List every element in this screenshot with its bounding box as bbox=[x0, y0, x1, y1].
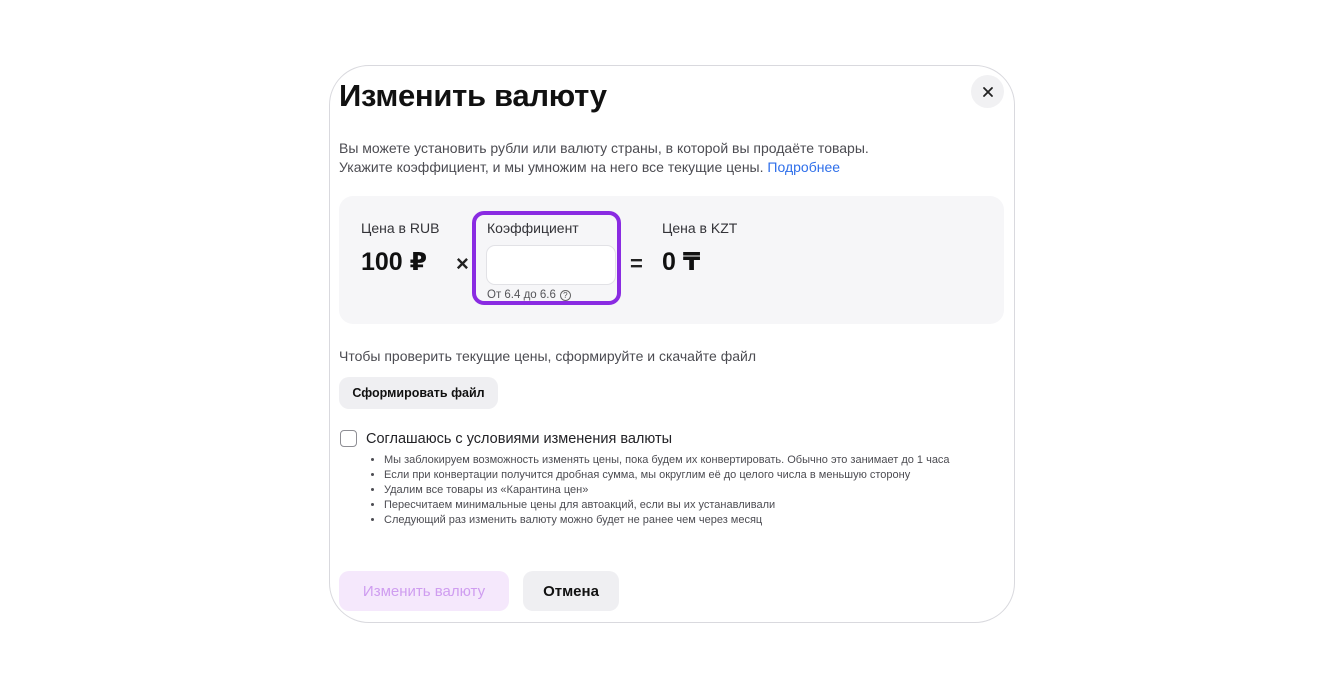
rub-price-value: 100 ₽ bbox=[361, 248, 428, 276]
list-item: Следующий раз изменить валюту можно буде… bbox=[384, 513, 984, 528]
help-icon[interactable]: ? bbox=[559, 289, 571, 301]
multiply-sign: × bbox=[456, 251, 469, 276]
close-button[interactable] bbox=[971, 75, 1004, 108]
equals-sign: = bbox=[630, 251, 643, 276]
conversion-calculator: Цена в RUB 100 ₽ × Коэффициент От 6.4 до… bbox=[339, 196, 1004, 324]
coefficient-hint: От 6.4 до 6.6 ? bbox=[487, 289, 571, 301]
more-link[interactable]: Подробнее bbox=[767, 159, 840, 175]
cancel-button[interactable]: Отмена bbox=[523, 571, 619, 611]
description-line-2-text: Укажите коэффициент, и мы умножим на нег… bbox=[339, 159, 764, 175]
change-currency-dialog: Изменить валюту Вы можете установить руб… bbox=[329, 65, 1015, 623]
list-item: Пересчитаем минимальные цены для автоакц… bbox=[384, 498, 984, 513]
file-instruction: Чтобы проверить текущие цены, сформируйт… bbox=[339, 348, 756, 364]
kzt-price-value: 0 ₸ bbox=[662, 248, 701, 276]
kzt-price-label: Цена в KZT bbox=[662, 220, 738, 236]
close-icon bbox=[982, 86, 993, 97]
agreement-label: Соглашаюсь с условиями изменения валюты bbox=[366, 430, 673, 447]
description-line-2: Укажите коэффициент, и мы умножим на нег… bbox=[339, 158, 939, 177]
agreement-row[interactable]: Соглашаюсь с условиями изменения валюты bbox=[340, 430, 672, 447]
list-item: Мы заблокируем возможность изменять цены… bbox=[384, 453, 984, 468]
coefficient-label: Коэффициент bbox=[487, 220, 579, 236]
agreement-checkbox[interactable] bbox=[340, 430, 357, 447]
agreement-terms-list: Мы заблокируем возможность изменять цены… bbox=[374, 453, 984, 528]
rub-price-label: Цена в RUB bbox=[361, 220, 440, 236]
dialog-description: Вы можете установить рубли или валюту ст… bbox=[339, 139, 939, 177]
coefficient-hint-text: От 6.4 до 6.6 bbox=[487, 289, 556, 301]
change-currency-button[interactable]: Изменить валюту bbox=[339, 571, 509, 611]
description-line-1: Вы можете установить рубли или валюту ст… bbox=[339, 140, 869, 156]
coefficient-input[interactable] bbox=[486, 245, 616, 285]
list-item: Если при конвертации получится дробная с… bbox=[384, 468, 984, 483]
dialog-title: Изменить валюту bbox=[339, 78, 607, 113]
list-item: Удалим все товары из «Карантина цен» bbox=[384, 483, 984, 498]
generate-file-button[interactable]: Сформировать файл bbox=[339, 377, 498, 409]
